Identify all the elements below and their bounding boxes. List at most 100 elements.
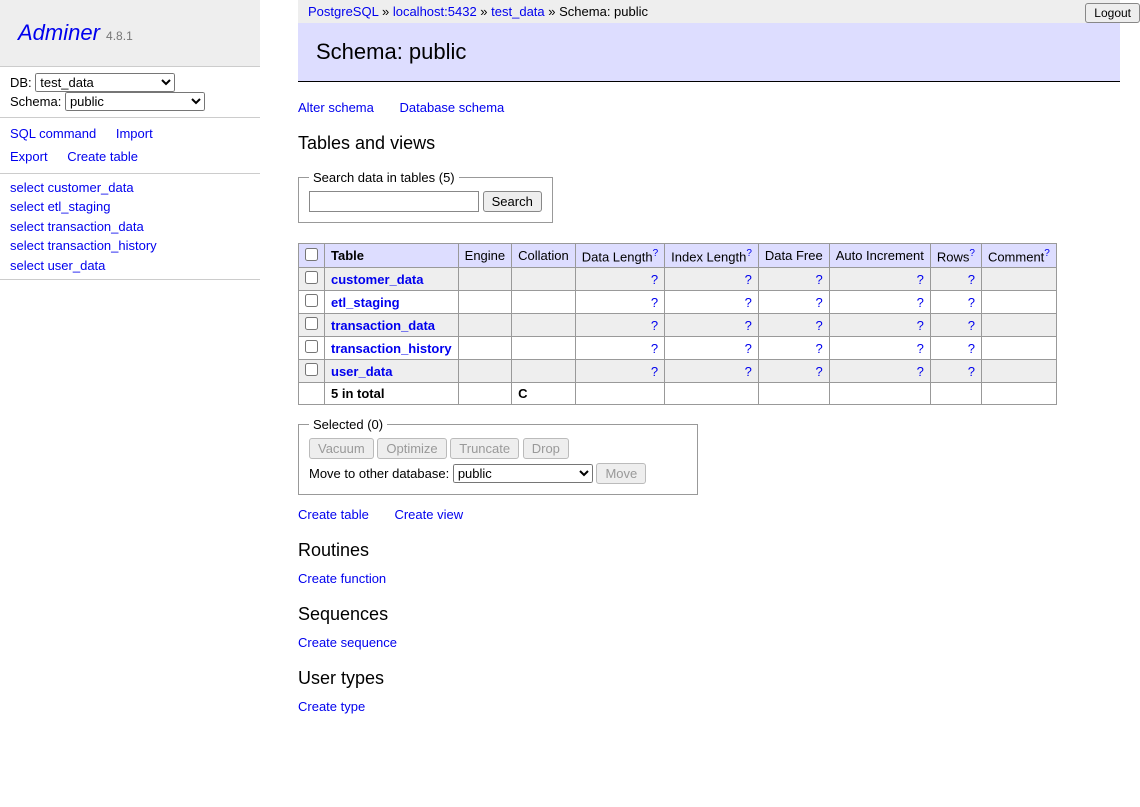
- main-content: PostgreSQL » localhost:5432 » test_data …: [280, 0, 1140, 768]
- schema-label: Schema:: [10, 94, 61, 109]
- app-title-link[interactable]: Adminer: [18, 20, 100, 45]
- table-name-link[interactable]: transaction_data: [331, 318, 435, 333]
- compute-link[interactable]: ?: [651, 364, 658, 379]
- compute-link[interactable]: ?: [651, 341, 658, 356]
- compute-link[interactable]: ?: [745, 318, 752, 333]
- col-data-free[interactable]: Data Free: [758, 244, 829, 268]
- table-row: customer_data?????: [299, 268, 1057, 291]
- compute-link[interactable]: ?: [917, 364, 924, 379]
- search-input[interactable]: [309, 191, 479, 212]
- vacuum-button[interactable]: [309, 438, 374, 459]
- breadcrumb-server[interactable]: localhost:5432: [393, 4, 477, 19]
- compute-link[interactable]: ?: [745, 272, 752, 287]
- export-link[interactable]: Export: [10, 149, 48, 164]
- help-icon[interactable]: ?: [653, 248, 659, 259]
- user-types-heading: User types: [298, 668, 1120, 689]
- search-legend: Search data in tables (5): [309, 170, 459, 185]
- row-checkbox[interactable]: [305, 340, 318, 353]
- compute-link[interactable]: ?: [815, 318, 822, 333]
- compute-link[interactable]: ?: [815, 364, 822, 379]
- compute-link[interactable]: ?: [651, 295, 658, 310]
- breadcrumb: PostgreSQL » localhost:5432 » test_data …: [298, 0, 1120, 23]
- compute-link[interactable]: ?: [651, 318, 658, 333]
- create-table-link[interactable]: Create table: [67, 149, 138, 164]
- compute-link[interactable]: ?: [745, 341, 752, 356]
- tables-heading: Tables and views: [298, 133, 1120, 154]
- sidebar-table-link[interactable]: select etl_staging: [10, 197, 250, 217]
- database-schema-link[interactable]: Database schema: [400, 100, 505, 115]
- breadcrumb-driver[interactable]: PostgreSQL: [308, 4, 378, 19]
- move-label: Move to other database:: [309, 466, 449, 481]
- col-auto-increment[interactable]: Auto Increment: [829, 244, 930, 268]
- create-view-link[interactable]: Create view: [394, 507, 463, 522]
- compute-link[interactable]: ?: [968, 341, 975, 356]
- tables-table: Table Engine Collation Data Length? Inde…: [298, 243, 1057, 405]
- table-name-link[interactable]: etl_staging: [331, 295, 400, 310]
- table-name-link[interactable]: customer_data: [331, 272, 423, 287]
- compute-link[interactable]: ?: [968, 295, 975, 310]
- sidebar-table-link[interactable]: select user_data: [10, 256, 250, 276]
- compute-link[interactable]: ?: [815, 272, 822, 287]
- sidebar-table-link[interactable]: select transaction_history: [10, 236, 250, 256]
- optimize-button[interactable]: [377, 438, 446, 459]
- help-icon[interactable]: ?: [746, 248, 752, 259]
- create-type-link[interactable]: Create type: [298, 699, 365, 714]
- compute-link[interactable]: ?: [968, 364, 975, 379]
- search-button[interactable]: [483, 191, 542, 212]
- help-icon[interactable]: ?: [1044, 248, 1050, 259]
- app-title: Adminer 4.8.1: [0, 0, 260, 67]
- drop-button[interactable]: [523, 438, 569, 459]
- compute-link[interactable]: ?: [815, 295, 822, 310]
- col-table[interactable]: Table: [325, 244, 459, 268]
- selected-legend: Selected (0): [309, 417, 387, 432]
- col-rows[interactable]: Rows?: [930, 244, 981, 268]
- db-label: DB:: [10, 75, 32, 90]
- logout-button[interactable]: [1085, 3, 1140, 23]
- compute-link[interactable]: ?: [917, 272, 924, 287]
- selected-fieldset: Selected (0) Move to other database: pub…: [298, 417, 698, 495]
- sidebar-table-link[interactable]: select transaction_data: [10, 217, 250, 237]
- sidebar: Adminer 4.8.1 DB: test_data Schema: publ…: [0, 0, 260, 280]
- alter-schema-link[interactable]: Alter schema: [298, 100, 374, 115]
- create-function-link[interactable]: Create function: [298, 571, 386, 586]
- create-table-link-main[interactable]: Create table: [298, 507, 369, 522]
- col-data-length[interactable]: Data Length?: [575, 244, 664, 268]
- compute-link[interactable]: ?: [745, 295, 752, 310]
- row-checkbox[interactable]: [305, 294, 318, 307]
- footer-collation: C: [512, 383, 576, 405]
- create-sequence-link[interactable]: Create sequence: [298, 635, 397, 650]
- table-name-link[interactable]: transaction_history: [331, 341, 452, 356]
- compute-link[interactable]: ?: [745, 364, 752, 379]
- row-checkbox[interactable]: [305, 271, 318, 284]
- compute-link[interactable]: ?: [968, 318, 975, 333]
- col-collation[interactable]: Collation: [512, 244, 576, 268]
- table-name-link[interactable]: user_data: [331, 364, 392, 379]
- sidebar-links: SQL command Import Export Create table: [0, 118, 260, 174]
- sidebar-table-link[interactable]: select customer_data: [10, 178, 250, 198]
- row-checkbox[interactable]: [305, 363, 318, 376]
- compute-link[interactable]: ?: [815, 341, 822, 356]
- compute-link[interactable]: ?: [968, 272, 975, 287]
- table-row: etl_staging?????: [299, 291, 1057, 314]
- schema-select[interactable]: public: [65, 92, 205, 111]
- col-index-length[interactable]: Index Length?: [665, 244, 759, 268]
- compute-link[interactable]: ?: [917, 318, 924, 333]
- import-link[interactable]: Import: [116, 126, 153, 141]
- db-select[interactable]: test_data: [35, 73, 175, 92]
- page-title: Schema: public: [298, 23, 1120, 82]
- move-target-select[interactable]: public: [453, 464, 593, 483]
- compute-link[interactable]: ?: [651, 272, 658, 287]
- breadcrumb-db[interactable]: test_data: [491, 4, 545, 19]
- row-checkbox[interactable]: [305, 317, 318, 330]
- help-icon[interactable]: ?: [969, 248, 975, 259]
- sidebar-tables: select customer_data select etl_staging …: [0, 174, 260, 281]
- compute-link[interactable]: ?: [917, 295, 924, 310]
- check-all[interactable]: [305, 248, 318, 261]
- col-engine[interactable]: Engine: [458, 244, 511, 268]
- compute-link[interactable]: ?: [917, 341, 924, 356]
- truncate-button[interactable]: [450, 438, 519, 459]
- move-button[interactable]: [596, 463, 646, 484]
- sql-command-link[interactable]: SQL command: [10, 126, 96, 141]
- col-comment[interactable]: Comment?: [981, 244, 1056, 268]
- footer-total: 5 in total: [325, 383, 459, 405]
